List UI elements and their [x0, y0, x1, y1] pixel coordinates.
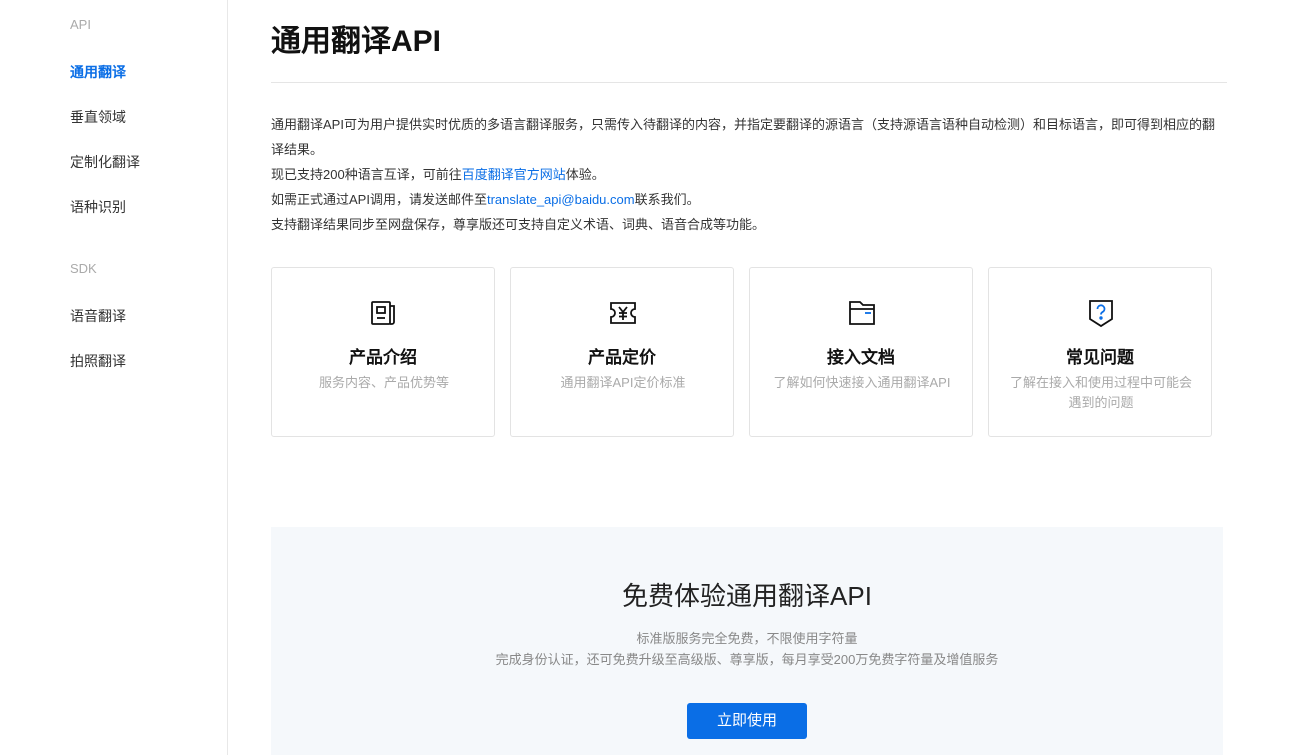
intro-line-2: 现已支持200种语言互译，可前往百度翻译官方网站体验。 [271, 162, 1227, 187]
baidu-translate-site-link[interactable]: 百度翻译官方网站 [462, 167, 566, 182]
intro-text: 通用翻译API可为用户提供实时优质的多语言翻译服务，只需传入待翻译的内容，并指定… [271, 112, 1227, 237]
card-desc: 了解在接入和使用过程中可能会遇到的问题 [1009, 375, 1192, 410]
card-product-intro[interactable]: 产品介绍 服务内容、产品优势等 [271, 267, 495, 437]
intro-line-3-prefix: 如需正式通过API调用，请发送邮件至 [271, 192, 487, 207]
promo-title: 免费体验通用翻译API [622, 581, 872, 611]
intro-line-2-prefix: 现已支持200种语言互译，可前往 [271, 167, 462, 182]
document-folder-icon [846, 297, 878, 329]
sidebar-item-vertical-domain[interactable]: 垂直领域 [70, 107, 126, 127]
card-faq[interactable]: 常见问题 了解在接入和使用过程中可能会遇到的问题 [988, 267, 1212, 437]
contact-email-link[interactable]: translate_api@baidu.com [487, 192, 635, 207]
product-intro-icon [368, 297, 400, 329]
sidebar-item-general-translation[interactable]: 通用翻译 [70, 62, 126, 82]
card-title: 产品介绍 [349, 348, 417, 367]
card-title: 接入文档 [827, 348, 895, 367]
sidebar-group-sdk: SDK [70, 261, 97, 276]
card-docs[interactable]: 接入文档 了解如何快速接入通用翻译API [749, 267, 973, 437]
use-now-button[interactable]: 立即使用 [687, 703, 807, 739]
sidebar-item-language-detection[interactable]: 语种识别 [70, 197, 126, 217]
promo-subtitle-2: 完成身份认证，还可免费升级至高级版、尊享版，每月享受200万免费字符量及增值服务 [495, 652, 999, 667]
intro-line-3-suffix: 联系我们。 [634, 192, 700, 207]
card-title: 常见问题 [1066, 348, 1134, 367]
intro-line-2-suffix: 体验。 [565, 167, 605, 182]
card-desc: 通用翻译API定价标准 [560, 375, 686, 390]
free-trial-banner: 免费体验通用翻译API 标准版服务完全免费，不限使用字符量 完成身份认证，还可免… [271, 527, 1223, 755]
sidebar-item-speech-translation[interactable]: 语音翻译 [70, 306, 126, 326]
sidebar: API 通用翻译 垂直领域 定制化翻译 语种识别 SDK 语音翻译 拍照翻译 [0, 0, 228, 755]
page-title: 通用翻译API [271, 25, 442, 58]
card-pricing[interactable]: 产品定价 通用翻译API定价标准 [510, 267, 734, 437]
card-desc: 了解如何快速接入通用翻译API [773, 375, 951, 390]
sidebar-group-api: API [70, 17, 91, 32]
intro-line-1: 通用翻译API可为用户提供实时优质的多语言翻译服务，只需传入待翻译的内容，并指定… [271, 117, 1215, 157]
intro-line-4: 支持翻译结果同步至网盘保存，尊享版还可支持自定义术语、词典、语音合成等功能。 [271, 217, 766, 232]
sidebar-item-custom-translation[interactable]: 定制化翻译 [70, 152, 140, 172]
intro-line-3: 如需正式通过API调用，请发送邮件至translate_api@baidu.co… [271, 187, 1227, 212]
pricing-icon [607, 297, 639, 329]
sidebar-item-photo-translation[interactable]: 拍照翻译 [70, 351, 126, 371]
title-divider [271, 82, 1227, 83]
card-title: 产品定价 [588, 348, 656, 367]
card-desc: 服务内容、产品优势等 [318, 375, 449, 390]
promo-subtitle-1: 标准版服务完全免费，不限使用字符量 [636, 631, 858, 646]
faq-icon [1085, 297, 1117, 329]
